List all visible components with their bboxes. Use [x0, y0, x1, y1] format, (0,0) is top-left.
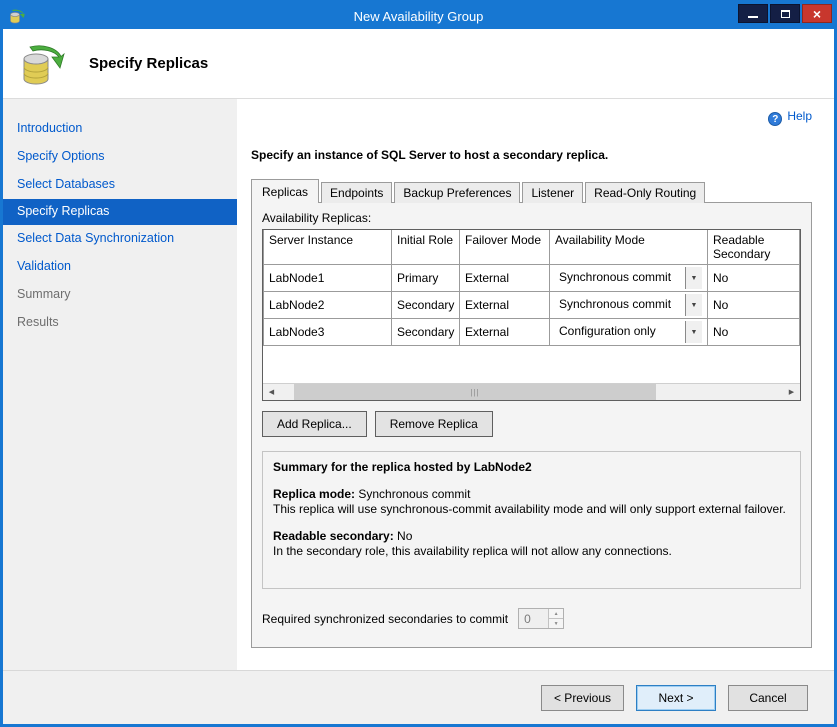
- replica-row: LabNode1 Primary External Synchronous co…: [264, 265, 800, 292]
- column-header-server-instance: Server Instance: [264, 230, 392, 265]
- cancel-button[interactable]: Cancel: [728, 685, 808, 711]
- cell-server-instance: LabNode1: [264, 265, 392, 292]
- tab-listener[interactable]: Listener: [522, 182, 583, 203]
- cell-readable-secondary: No: [708, 265, 800, 292]
- availability-mode-dropdown[interactable]: Configuration only ▼: [555, 321, 702, 343]
- remove-replica-button[interactable]: Remove Replica: [375, 411, 493, 437]
- summary-title: Summary for the replica hosted by LabNod…: [273, 460, 790, 474]
- cell-readable-secondary: No: [708, 292, 800, 319]
- minimize-button[interactable]: [738, 4, 768, 23]
- sidebar-item-introduction[interactable]: Introduction: [3, 115, 237, 143]
- required-secondaries-label: Required synchronized secondaries to com…: [262, 612, 508, 626]
- replica-row: LabNode3 Secondary External Configuratio…: [264, 319, 800, 346]
- column-header-availability-mode: Availability Mode: [550, 230, 708, 265]
- spin-up-icon: ▲: [549, 609, 563, 619]
- cell-failover-mode: External: [460, 265, 550, 292]
- readable-secondary-label: Readable secondary:: [273, 529, 394, 543]
- previous-button[interactable]: < Previous: [541, 685, 624, 711]
- sidebar-item-select-data-synchronization[interactable]: Select Data Synchronization: [3, 225, 237, 253]
- required-secondaries-stepper: 0 ▲ ▼: [518, 608, 564, 629]
- readable-secondary-line: Readable secondary: No: [273, 529, 790, 543]
- replica-row: LabNode2 Secondary External Synchronous …: [264, 292, 800, 319]
- availability-mode-dropdown[interactable]: Synchronous commit ▼: [555, 267, 702, 289]
- cell-server-instance: LabNode3: [264, 319, 392, 346]
- scroll-right-icon[interactable]: ▶: [783, 384, 800, 400]
- sidebar-item-select-databases[interactable]: Select Databases: [3, 171, 237, 199]
- spin-down-icon: ▼: [549, 619, 563, 628]
- cell-availability-mode: Configuration only ▼: [550, 319, 708, 346]
- cell-availability-mode: Synchronous commit ▼: [550, 265, 708, 292]
- window-controls: ×: [736, 4, 832, 23]
- chevron-down-icon[interactable]: ▼: [685, 267, 702, 289]
- readable-secondary-value: No: [394, 529, 413, 543]
- availability-group-icon: [19, 41, 65, 87]
- cell-readable-secondary: No: [708, 319, 800, 346]
- tabstrip: Replicas Endpoints Backup Preferences Li…: [251, 178, 812, 202]
- cell-initial-role: Secondary: [392, 319, 460, 346]
- close-button[interactable]: ×: [802, 4, 832, 23]
- replicas-grid: Server Instance Initial Role Failover Mo…: [262, 229, 801, 401]
- help-label: Help: [787, 109, 812, 123]
- replica-mode-value: Synchronous commit: [355, 487, 470, 501]
- maximize-icon: [781, 10, 790, 18]
- tab-replicas[interactable]: Replicas: [251, 179, 319, 203]
- replica-mode-label: Replica mode:: [273, 487, 355, 501]
- cell-failover-mode: External: [460, 292, 550, 319]
- wizard-footer: < Previous Next > Cancel: [3, 670, 834, 724]
- next-button[interactable]: Next >: [636, 685, 716, 711]
- minimize-icon: [748, 16, 758, 18]
- instruction-text: Specify an instance of SQL Server to hos…: [251, 148, 812, 162]
- new-availability-group-dialog: New Availability Group × Specify Replica…: [0, 0, 837, 727]
- tab-read-only-routing[interactable]: Read-Only Routing: [585, 182, 705, 203]
- sidebar-item-specify-options[interactable]: Specify Options: [3, 143, 237, 171]
- dialog-body: Introduction Specify Options Select Data…: [3, 99, 834, 670]
- chevron-down-icon[interactable]: ▼: [685, 321, 702, 343]
- tab-endpoints[interactable]: Endpoints: [321, 182, 392, 203]
- column-header-readable-secondary: Readable Secondary: [708, 230, 800, 265]
- scroll-left-icon[interactable]: ◀: [263, 384, 280, 400]
- availability-mode-dropdown[interactable]: Synchronous commit ▼: [555, 294, 702, 316]
- replica-summary-box: Summary for the replica hosted by LabNod…: [262, 451, 801, 589]
- cell-failover-mode: External: [460, 319, 550, 346]
- cell-availability-mode: Synchronous commit ▼: [550, 292, 708, 319]
- grid-actions: Add Replica... Remove Replica: [262, 411, 801, 437]
- availability-replicas-label: Availability Replicas:: [262, 211, 801, 225]
- stepper-buttons: ▲ ▼: [548, 609, 563, 628]
- column-header-failover-mode: Failover Mode: [460, 230, 550, 265]
- horizontal-scrollbar[interactable]: ◀ ||| ▶: [263, 383, 800, 400]
- app-icon: [9, 8, 25, 24]
- grid-header-row: Server Instance Initial Role Failover Mo…: [264, 230, 800, 265]
- replica-mode-description: This replica will use synchronous-commit…: [273, 502, 790, 516]
- cell-initial-role: Secondary: [392, 292, 460, 319]
- chevron-down-icon[interactable]: ▼: [685, 294, 702, 316]
- wizard-steps-sidebar: Introduction Specify Options Select Data…: [3, 99, 237, 670]
- maximize-button[interactable]: [770, 4, 800, 23]
- cell-initial-role: Primary: [392, 265, 460, 292]
- window-title: New Availability Group: [3, 9, 834, 24]
- sidebar-item-results: Results: [3, 309, 237, 337]
- sidebar-item-summary: Summary: [3, 281, 237, 309]
- help-link[interactable]: ? Help: [251, 109, 812, 126]
- titlebar: New Availability Group ×: [3, 3, 834, 29]
- add-replica-button[interactable]: Add Replica...: [262, 411, 367, 437]
- required-secondaries-row: Required synchronized secondaries to com…: [262, 608, 801, 629]
- required-secondaries-value: 0: [519, 609, 548, 628]
- replica-mode-line: Replica mode: Synchronous commit: [273, 487, 790, 501]
- page-title: Specify Replicas: [89, 55, 208, 72]
- main-content: ? Help Specify an instance of SQL Server …: [237, 99, 834, 670]
- cell-server-instance: LabNode2: [264, 292, 392, 319]
- sidebar-item-specify-replicas[interactable]: Specify Replicas: [3, 199, 237, 225]
- column-header-initial-role: Initial Role: [392, 230, 460, 265]
- replicas-tab-panel: Availability Replicas: Server Instance I…: [251, 202, 812, 648]
- scrollbar-thumb[interactable]: |||: [294, 384, 656, 400]
- close-icon: ×: [813, 6, 821, 22]
- readable-secondary-description: In the secondary role, this availability…: [273, 544, 790, 558]
- sidebar-item-validation[interactable]: Validation: [3, 253, 237, 281]
- wizard-header: Specify Replicas: [3, 29, 834, 99]
- scrollbar-track[interactable]: |||: [280, 384, 783, 400]
- tab-backup-preferences[interactable]: Backup Preferences: [394, 182, 520, 203]
- help-icon: ?: [768, 112, 782, 126]
